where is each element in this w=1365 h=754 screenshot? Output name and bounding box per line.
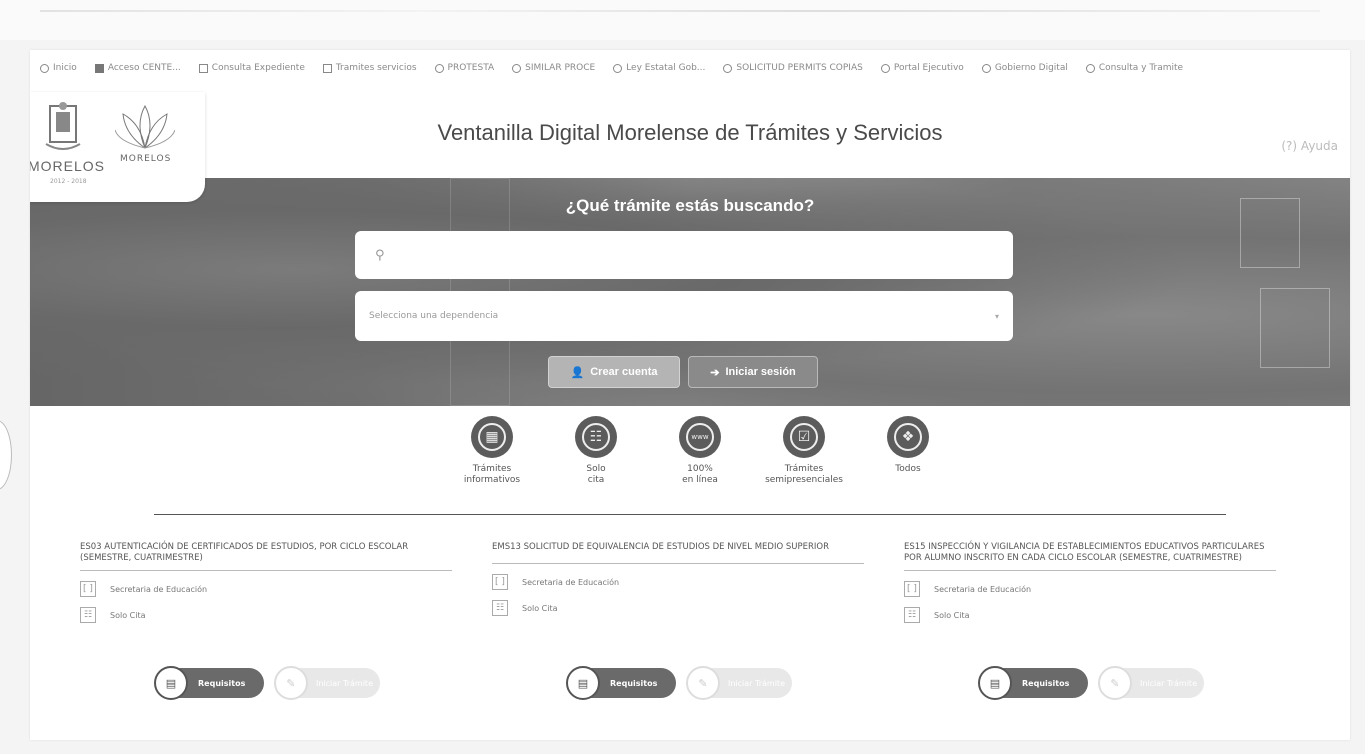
calculator-icon: ▦ (478, 423, 506, 451)
category-informativos[interactable]: ▦ Trámites informativos (440, 416, 544, 486)
tramite-modality: Solo Cita (110, 610, 146, 620)
create-account-button[interactable]: 👤 Crear cuenta (548, 356, 680, 388)
start-tramite-button[interactable]: ✎ Iniciar Trámite (274, 666, 380, 700)
tramite-title[interactable]: ES03 AUTENTICACIÓN DE CERTIFICADOS DE ES… (80, 542, 452, 571)
globe-icon (880, 63, 890, 73)
tramite-cards: ES03 AUTENTICACIÓN DE CERTIFICADOS DE ES… (80, 542, 1310, 712)
category-semipresenciales[interactable]: ☑ Trámites semipresenciales (752, 416, 856, 486)
start-tramite-button[interactable]: ✎ Iniciar Trámite (1098, 666, 1204, 700)
category-solo-cita[interactable]: ☷ Solo cita (544, 416, 648, 486)
bookmark-item[interactable]: Inicio (40, 63, 77, 73)
browser-page: Inicio Acceso CENTE... Consulta Expedien… (30, 50, 1350, 740)
section-divider (154, 514, 1226, 515)
document-icon: ▤ (154, 666, 188, 700)
edit-icon: ✎ (274, 666, 308, 700)
bookmark-item[interactable]: Acceso CENTE... (94, 63, 181, 73)
tramite-dependency: Secretaria de Educación (110, 584, 208, 594)
search-input[interactable] (394, 247, 995, 263)
state-shield-icon (45, 102, 81, 150)
category-filters: ▦ Trámites informativos ☷ Solo cita www … (440, 416, 960, 486)
requirements-button[interactable]: ▤ Requisitos (154, 666, 264, 700)
calendar-icon: ☷ (582, 423, 610, 451)
building-icon: [ ] (492, 574, 508, 590)
tramite-card: ES15 INSPECCIÓN Y VIGILANCIA DE ESTABLEC… (904, 542, 1276, 712)
hero-texture (1260, 288, 1330, 368)
globe-icon (1085, 63, 1095, 73)
www-icon: www (686, 423, 714, 451)
bookmarks-bar: Inicio Acceso CENTE... Consulta Expedien… (30, 58, 1350, 78)
chevron-down-icon: ▾ (994, 311, 999, 321)
hero-question: ¿Qué trámite estás buscando? (565, 196, 815, 215)
tramite-card: EMS13 SOLICITUD DE EQUIVALENCIA DE ESTUD… (492, 542, 864, 712)
search-icon: ⚲ (375, 247, 385, 263)
bookmark-item[interactable]: Portal Ejecutivo (880, 63, 964, 73)
search-box[interactable]: ⚲ (355, 231, 1013, 279)
bookmark-item[interactable]: Tramites servicios (322, 63, 417, 73)
square-icon (94, 63, 104, 73)
calendar-icon: ☷ (80, 607, 96, 623)
dependency-select[interactable]: Selecciona una dependencia ▾ (355, 291, 1013, 341)
tramite-title[interactable]: EMS13 SOLICITUD DE EQUIVALENCIA DE ESTUD… (492, 542, 864, 564)
tramite-modality: Solo Cita (522, 603, 558, 613)
tramite-dependency: Secretaria de Educación (522, 577, 620, 587)
edit-icon: ✎ (1098, 666, 1132, 700)
tramite-modality: Solo Cita (934, 610, 970, 620)
tramite-dependency: Secretaria de Educación (934, 584, 1032, 594)
requirements-button[interactable]: ▤ Requisitos (978, 666, 1088, 700)
globe-icon (40, 63, 49, 73)
building-icon: [ ] (80, 581, 96, 597)
bookmark-item[interactable]: SOLICITUD PERMITS COPIAS (723, 63, 863, 73)
edit-icon: ✎ (686, 666, 720, 700)
bookmark-item[interactable]: Consulta y Tramite (1085, 63, 1183, 73)
category-todos[interactable]: ❖ Todos (856, 416, 960, 486)
user-icon: 👤 (570, 366, 585, 379)
bookmark-item[interactable]: PROTESTA (434, 63, 494, 73)
login-button[interactable]: ➔ Iniciar sesión (688, 356, 818, 388)
person-icon: ☑ (790, 423, 818, 451)
building-icon: [ ] (904, 581, 920, 597)
page-title: Ventanilla Digital Morelense de Trámites… (437, 120, 943, 145)
globe-icon (512, 63, 522, 73)
doc-icon (322, 63, 332, 73)
dependency-select-value: Selecciona una dependencia (369, 311, 499, 321)
tramite-title[interactable]: ES15 INSPECCIÓN Y VIGILANCIA DE ESTABLEC… (904, 542, 1276, 571)
logo-panel[interactable]: MORELOS 2012 - 2018 MORELOS (30, 92, 205, 202)
calendar-icon: ☷ (492, 600, 508, 616)
bookmark-item[interactable]: Gobierno Digital (981, 63, 1068, 73)
document-icon: ▤ (566, 666, 600, 700)
bookmark-item[interactable]: SIMILAR PROCE (512, 63, 595, 73)
category-en-linea[interactable]: www 100% en línea (648, 416, 752, 486)
globe-icon (723, 63, 733, 73)
document-icon: ▤ (978, 666, 1012, 700)
cube-icon: ❖ (894, 423, 922, 451)
state-logo-text: MORELOS (30, 158, 106, 174)
globe-icon (981, 63, 991, 73)
brand-logo-text: MORELOS (120, 154, 172, 164)
help-link[interactable]: (?) Ayuda (1281, 139, 1338, 153)
globe-icon (434, 63, 444, 73)
bookmark-item[interactable]: Consulta Expediente (198, 63, 305, 73)
globe-icon (613, 63, 623, 73)
sign-in-icon: ➔ (710, 366, 720, 379)
calendar-icon: ☷ (904, 607, 920, 623)
doc-icon (198, 63, 208, 73)
morelos-lotus-icon (115, 104, 175, 149)
scan-top-margin (0, 0, 1365, 40)
state-logo-sub: 2012 - 2018 (50, 178, 87, 185)
hero-banner: ¿Qué trámite estás buscando? ⚲ Seleccion… (30, 178, 1350, 406)
scan-artifact (0, 420, 12, 490)
requirements-button[interactable]: ▤ Requisitos (566, 666, 676, 700)
tramite-card: ES03 AUTENTICACIÓN DE CERTIFICADOS DE ES… (80, 542, 452, 712)
start-tramite-button[interactable]: ✎ Iniciar Trámite (686, 666, 792, 700)
bookmark-item[interactable]: Ley Estatal Gob... (613, 63, 705, 73)
